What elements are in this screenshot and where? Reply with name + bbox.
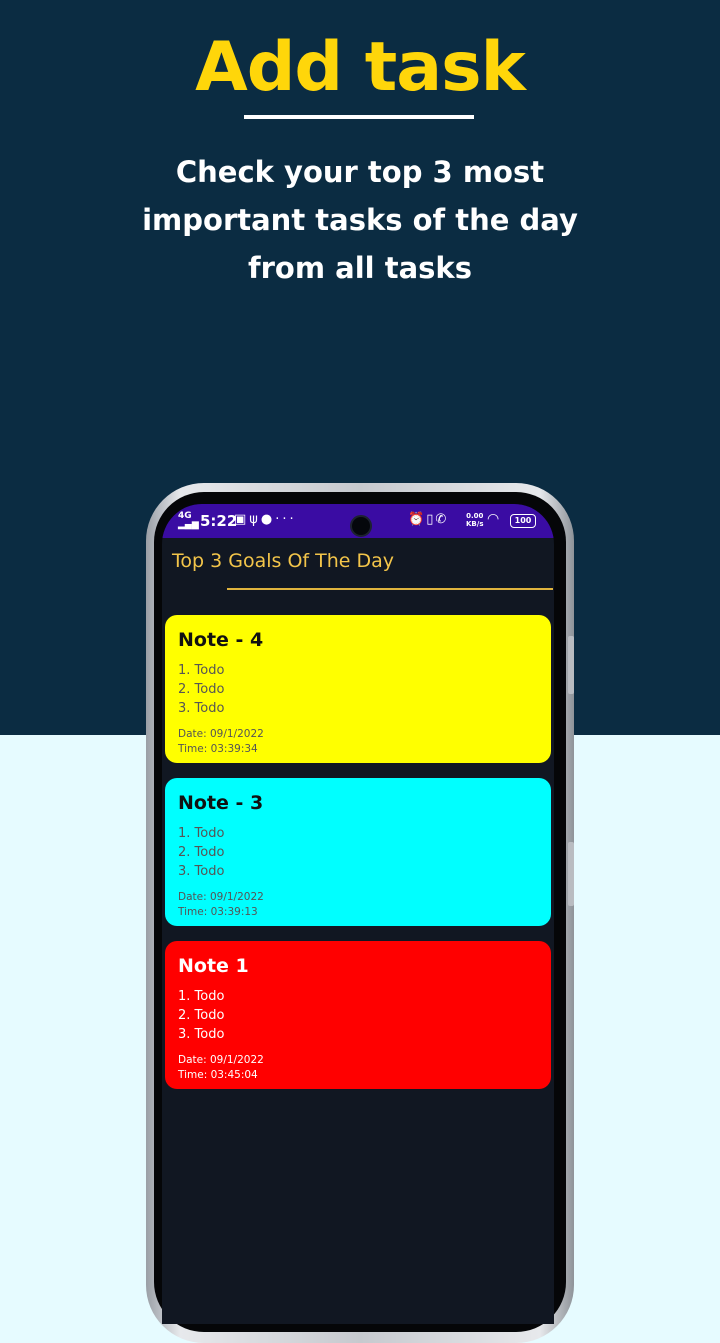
alarm-icon: ⏰ <box>408 512 427 527</box>
note-date: Date: 09/1/2022 <box>178 1054 264 1066</box>
note-title: Note - 3 <box>178 792 264 814</box>
note-items: 1. Todo 2. Todo 3. Todo <box>178 987 224 1044</box>
note-item: 2. Todo <box>178 845 225 860</box>
vibrate-icon: ▯ <box>426 512 436 527</box>
headline-underline <box>244 115 474 119</box>
status-time: 5:22 <box>200 512 238 530</box>
note-meta: Date: 09/1/2022 Time: 03:39:13 <box>178 890 264 920</box>
note-item: 2. Todo <box>178 682 225 697</box>
note-item: 3. Todo <box>178 701 225 716</box>
promo-subtitle: Check your top 3 most important tasks of… <box>142 155 578 285</box>
note-items: 1. Todo 2. Todo 3. Todo <box>178 661 224 718</box>
more-icon: ··· <box>275 512 297 527</box>
promo-headline: Add task <box>195 28 526 107</box>
note-time: Time: 03:39:34 <box>178 743 258 755</box>
usb-icon: ψ <box>249 512 261 527</box>
signal-icon: 4G ▂▄▆ <box>178 511 199 530</box>
note-date: Date: 09/1/2022 <box>178 728 264 740</box>
page-title: Top 3 Goals Of The Day <box>172 550 395 572</box>
sync-icon: ● <box>260 512 276 527</box>
notification-icon: ▣ <box>234 512 250 527</box>
note-item: 1. Todo <box>178 989 225 1004</box>
note-item: 2. Todo <box>178 1008 225 1023</box>
note-card[interactable]: Note - 4 1. Todo 2. Todo 3. Todo Date: 0… <box>165 615 551 763</box>
note-item: 3. Todo <box>178 1027 225 1042</box>
note-card[interactable]: Note 1 1. Todo 2. Todo 3. Todo Date: 09/… <box>165 941 551 1089</box>
status-left-icons: ▣ψ●··· <box>234 512 297 527</box>
phone-screen: 4G ▂▄▆ 5:22 ▣ψ●··· ⏰▯✆ 0.00 KB/s ◠ 100 Top… <box>162 504 554 1324</box>
status-right-icons: ⏰▯✆ <box>408 512 448 527</box>
note-time: Time: 03:39:13 <box>178 906 258 918</box>
phone-volume-button <box>568 636 574 694</box>
note-title: Note - 4 <box>178 629 264 651</box>
front-camera <box>350 515 372 537</box>
note-item: 1. Todo <box>178 826 225 841</box>
phone-power-button <box>568 842 574 906</box>
note-time: Time: 03:45:04 <box>178 1069 258 1081</box>
note-card[interactable]: Note - 3 1. Todo 2. Todo 3. Todo Date: 0… <box>165 778 551 926</box>
note-item: 3. Todo <box>178 864 225 879</box>
battery-icon: 100 <box>510 514 536 528</box>
call-icon: ✆ <box>435 512 449 527</box>
status-bar: 4G ▂▄▆ 5:22 ▣ψ●··· ⏰▯✆ 0.00 KB/s ◠ 100 <box>162 504 554 538</box>
note-items: 1. Todo 2. Todo 3. Todo <box>178 824 224 881</box>
note-meta: Date: 09/1/2022 Time: 03:39:34 <box>178 727 264 757</box>
note-title: Note 1 <box>178 955 249 977</box>
wifi-icon: ◠ <box>487 511 500 527</box>
note-item: 1. Todo <box>178 663 225 678</box>
note-meta: Date: 09/1/2022 Time: 03:45:04 <box>178 1053 264 1083</box>
title-divider <box>227 588 553 590</box>
note-date: Date: 09/1/2022 <box>178 891 264 903</box>
net-speed: 0.00 KB/s <box>466 512 484 528</box>
